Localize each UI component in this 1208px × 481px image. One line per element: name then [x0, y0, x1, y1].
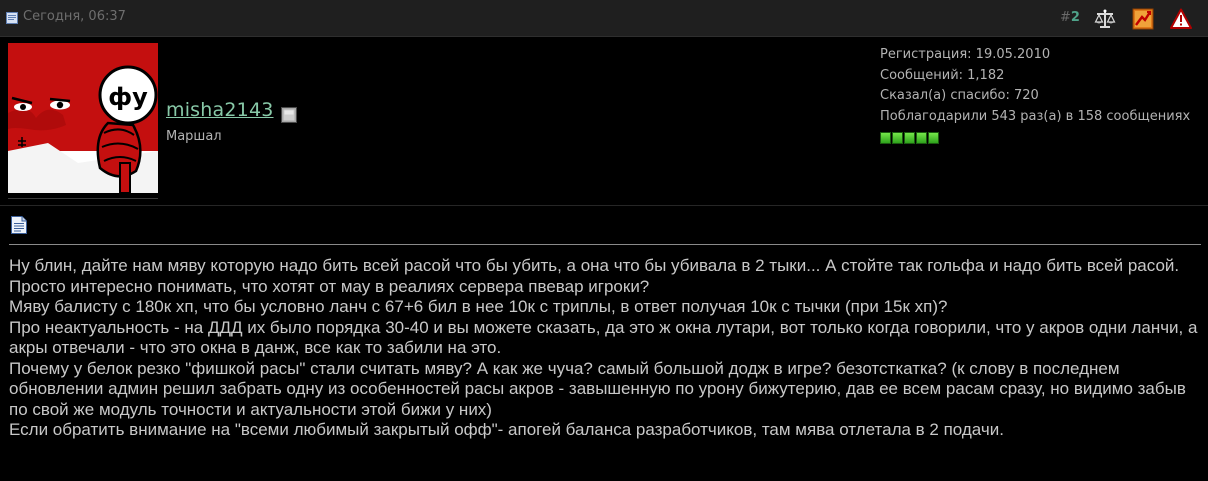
- reputation-pip: [928, 132, 939, 144]
- post-paragraph: Просто интересно понимать, что хотят от …: [9, 276, 650, 296]
- post-number: 2: [1070, 10, 1080, 25]
- post-paragraph: Если обратить внимание на "всеми любимый…: [9, 420, 1004, 439]
- user-stats: Регистрация: 19.05.2010 Сообщений: 1,182…: [880, 45, 1190, 127]
- post-message: Ну блин, дайте нам мяву которую надо бит…: [9, 256, 1201, 441]
- reputation-pip: [880, 132, 891, 144]
- post-header: Сегодня, 06:37 #2: [0, 0, 1208, 37]
- user-avatar[interactable]: фу: [8, 43, 158, 193]
- username-link[interactable]: misha2143: [166, 99, 274, 121]
- reputation-pip: [904, 132, 915, 144]
- document-icon: [6, 11, 18, 24]
- user-title: Маршал: [166, 129, 222, 144]
- stat-posts: Сообщений: 1,182: [880, 67, 1005, 83]
- user-info-divider: [0, 205, 1208, 206]
- reputation-pip: [892, 132, 903, 144]
- post-date-text: Сегодня, 06:37: [23, 9, 126, 24]
- post-icon: [11, 216, 27, 234]
- forum-post: Сегодня, 06:37 #2 фу misha2143 Маршал Ре…: [0, 0, 1208, 481]
- post-paragraph: Ну блин, дайте нам мяву которую надо бит…: [9, 256, 1180, 275]
- reputation-pip: [916, 132, 927, 144]
- scales-icon[interactable]: [1094, 8, 1116, 30]
- stat-thanks-given: Сказал(а) спасибо: 720: [880, 88, 1039, 103]
- post-paragraph: Про неактуальность - на ДДД их было поря…: [9, 317, 1198, 358]
- stat-registration: Регистрация: 19.05.2010: [880, 47, 1051, 62]
- report-icon[interactable]: [1170, 8, 1192, 30]
- reputation-bar: [880, 132, 939, 144]
- post-date: Сегодня, 06:37: [6, 9, 126, 24]
- stat-thanks-received: Поблагодарили 543 раз(а) в 158 сообщения…: [880, 108, 1191, 124]
- post-number-prefix: #: [1060, 10, 1071, 25]
- reputation-icon[interactable]: [1132, 8, 1154, 30]
- avatar-image: фу: [8, 43, 158, 193]
- avatar-text: фу: [108, 83, 148, 111]
- offline-status-icon: [281, 107, 297, 123]
- avatar-divider: [8, 198, 158, 199]
- post-paragraph: Мяву балисту с 180к хп, что бы условно л…: [9, 297, 948, 316]
- post-number-link[interactable]: #2: [1060, 10, 1080, 25]
- post-body-divider: [9, 244, 1201, 245]
- post-paragraph: Почему у белок резко "фишкой расы" стали…: [9, 358, 1186, 419]
